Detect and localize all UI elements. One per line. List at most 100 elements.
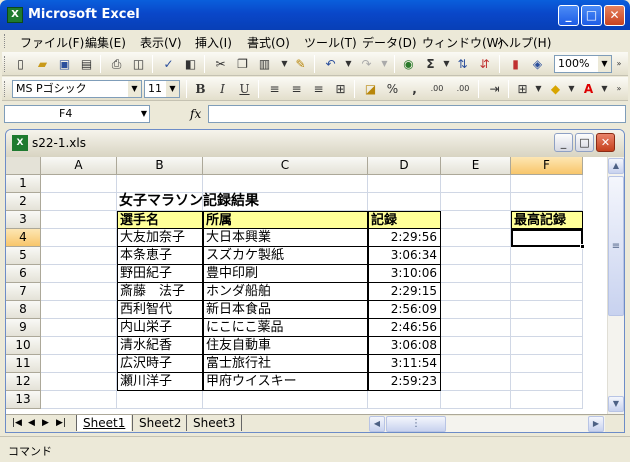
runner-name-cell[interactable]: 本条恵子 — [117, 247, 203, 265]
font-size-combo[interactable]: 11 ▼ — [144, 80, 180, 98]
cell[interactable] — [511, 193, 583, 211]
cell[interactable] — [41, 175, 117, 193]
row-header-1[interactable]: 1 — [6, 175, 41, 193]
row-header-2[interactable]: 2 — [6, 193, 41, 211]
menu-tools[interactable]: ツール(T) — [304, 34, 357, 51]
print-preview-icon[interactable]: ◫ — [130, 56, 147, 72]
redo-icon[interactable]: ↷ — [358, 56, 375, 72]
runner-team-cell[interactable]: 住友自動車 — [203, 337, 368, 355]
drawing-icon[interactable]: ◈ — [529, 56, 546, 72]
bold-button[interactable]: B — [192, 81, 209, 97]
underline-button[interactable]: U — [236, 81, 253, 97]
cell[interactable] — [511, 373, 583, 391]
chevron-down-icon[interactable]: ▼ — [128, 81, 141, 97]
cell[interactable] — [511, 319, 583, 337]
runner-name-cell[interactable]: 斎藤 法子 — [117, 283, 203, 301]
cell[interactable] — [368, 175, 441, 193]
row-header-8[interactable]: 8 — [6, 301, 41, 319]
font-name-combo[interactable]: MS Pゴシック ▼ — [12, 80, 142, 98]
paste-icon[interactable]: ▥ — [256, 56, 273, 72]
runner-name-cell[interactable]: 清水紀香 — [117, 337, 203, 355]
row-header-11[interactable]: 11 — [6, 355, 41, 373]
excel-app-icon[interactable]: X — [7, 7, 23, 23]
cell[interactable] — [41, 211, 117, 229]
currency-icon[interactable]: ◪ — [362, 81, 379, 97]
fill-color-dropdown-icon[interactable]: ▼ — [563, 81, 580, 97]
cell[interactable] — [511, 391, 583, 409]
cell[interactable] — [203, 175, 368, 193]
workbook-minimize-button[interactable]: _ — [554, 133, 573, 152]
prev-sheet-icon[interactable]: ◀ — [28, 415, 35, 431]
header-name-cell[interactable]: 選手名 — [117, 211, 203, 229]
research-icon[interactable]: ◧ — [182, 56, 199, 72]
tab-sheet1[interactable]: Sheet1 — [76, 415, 132, 431]
column-header-f[interactable]: F — [511, 157, 583, 175]
cell[interactable] — [441, 391, 511, 409]
autosum-dropdown-icon[interactable]: ▼ — [438, 56, 455, 72]
column-header-d[interactable]: D — [368, 157, 441, 175]
cell[interactable] — [511, 265, 583, 283]
menu-grip[interactable] — [4, 34, 7, 48]
indent-icon[interactable]: ⇥ — [486, 81, 503, 97]
row-header-6[interactable]: 6 — [6, 265, 41, 283]
comma-button[interactable]: , — [406, 81, 423, 97]
cell[interactable] — [511, 355, 583, 373]
maximize-button[interactable]: □ — [581, 5, 602, 26]
format-painter-icon[interactable]: ✎ — [292, 56, 309, 72]
cell[interactable] — [41, 193, 117, 211]
cell[interactable] — [441, 355, 511, 373]
column-header-c[interactable]: C — [203, 157, 368, 175]
runner-time-cell[interactable]: 3:06:08 — [368, 337, 441, 355]
hyperlink-icon[interactable]: ◉ — [400, 56, 417, 72]
workbook-restore-button[interactable]: □ — [575, 133, 594, 152]
row-header-5[interactable]: 5 — [6, 247, 41, 265]
menu-insert[interactable]: 挿入(I) — [195, 34, 232, 51]
cell[interactable] — [441, 211, 511, 229]
runner-team-cell[interactable]: ホンダ船舶 — [203, 283, 368, 301]
menu-file[interactable]: ファイル(F) — [20, 34, 84, 51]
runner-time-cell[interactable]: 2:29:56 — [368, 229, 441, 247]
close-button[interactable]: ✕ — [604, 5, 625, 26]
runner-team-cell[interactable]: 豊中印刷 — [203, 265, 368, 283]
row-header-12[interactable]: 12 — [6, 373, 41, 391]
runner-time-cell[interactable]: 3:10:06 — [368, 265, 441, 283]
cell[interactable] — [368, 193, 441, 211]
runner-team-cell[interactable]: スズカケ製紙 — [203, 247, 368, 265]
cut-icon[interactable]: ✂ — [212, 56, 229, 72]
paste-dropdown-icon[interactable]: ▼ — [276, 56, 293, 72]
runner-team-cell[interactable]: 富士旅行社 — [203, 355, 368, 373]
workbook-icon[interactable]: X — [12, 135, 28, 151]
runner-time-cell[interactable]: 2:29:15 — [368, 283, 441, 301]
select-all-corner[interactable] — [6, 157, 41, 175]
scroll-down-icon[interactable]: ▼ — [608, 396, 624, 412]
toolbar-grip[interactable] — [4, 56, 7, 72]
header-team-cell[interactable]: 所属 — [203, 211, 368, 229]
cell[interactable] — [41, 337, 117, 355]
permission-icon[interactable]: ▤ — [78, 56, 95, 72]
scroll-left-icon[interactable]: ◀ — [369, 416, 385, 432]
align-left-icon[interactable]: ≡ — [266, 81, 283, 97]
menu-format[interactable]: 書式(O) — [247, 34, 290, 51]
chevron-down-icon[interactable]: ▼ — [598, 56, 611, 72]
fill-color-icon[interactable]: ◆ — [547, 81, 564, 97]
undo-dropdown-icon[interactable]: ▼ — [340, 56, 357, 72]
cell[interactable] — [441, 319, 511, 337]
sort-ascending-icon[interactable]: ⇅ — [454, 56, 471, 72]
borders-dropdown-icon[interactable]: ▼ — [530, 81, 547, 97]
menu-edit[interactable]: 編集(E) — [85, 34, 126, 51]
cell[interactable] — [368, 391, 441, 409]
toolbar-options-icon[interactable]: » — [614, 56, 624, 72]
open-icon[interactable]: ▰ — [34, 56, 51, 72]
align-center-icon[interactable]: ≡ — [288, 81, 305, 97]
cell[interactable] — [117, 391, 203, 409]
merge-center-icon[interactable]: ⊞ — [332, 81, 349, 97]
cell[interactable] — [511, 175, 583, 193]
font-color-button[interactable]: A — [580, 81, 597, 97]
save-icon[interactable]: ▣ — [56, 56, 73, 72]
toolbar-grip[interactable] — [4, 81, 7, 97]
zoom-combo[interactable]: 100% ▼ — [554, 55, 612, 73]
cell[interactable] — [441, 247, 511, 265]
italic-button[interactable]: I — [214, 81, 231, 97]
runner-time-cell[interactable]: 3:06:34 — [368, 247, 441, 265]
sheet-title-cell[interactable]: 女子マラソン記録結果 — [117, 193, 317, 211]
